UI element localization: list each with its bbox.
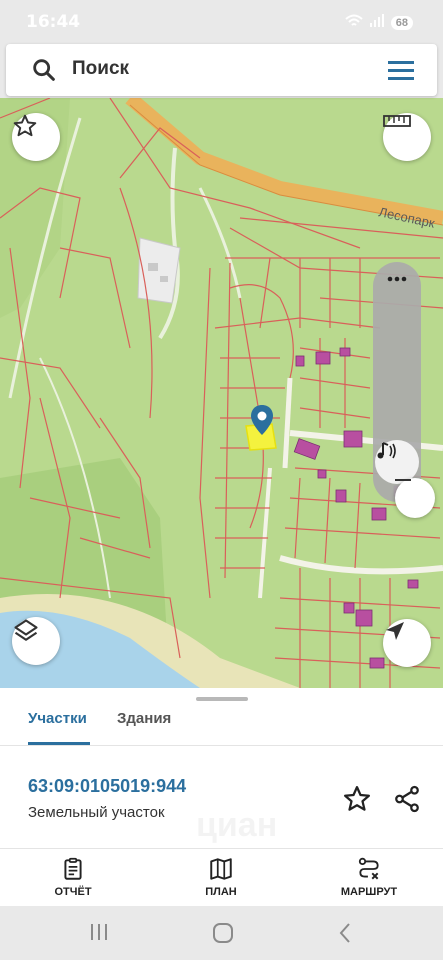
share-button[interactable] [392,784,424,816]
watermark: циан [196,806,277,845]
route-label: МАРШРУТ [340,886,398,898]
favorite-parcel-button[interactable] [342,784,374,816]
signal-icon [369,14,385,31]
map-icon [166,856,276,882]
zoom-out-button[interactable] [395,478,435,518]
parcel-type: Земельный участок [28,804,165,821]
recent-apps-icon[interactable] [88,922,110,947]
zoom-slider-panel[interactable] [373,262,421,502]
plan-label: ПЛАН [205,886,237,898]
tab-buildings[interactable]: Здания [117,710,171,727]
clipboard-icon [18,856,128,882]
search-bar[interactable]: Поиск [6,44,437,96]
tab-divider [0,745,443,746]
report-button[interactable]: ОТЧЁТ [18,856,128,898]
search-input[interactable]: Поиск [72,58,129,80]
star-icon [342,786,372,818]
back-icon[interactable] [338,922,352,949]
route-icon [314,856,424,882]
favorite-map-button[interactable] [12,113,60,161]
battery-indicator: 68 [390,15,413,30]
route-button[interactable]: МАРШРУТ [314,856,424,898]
location-pin-icon[interactable] [250,404,274,436]
ruler-button[interactable] [383,113,431,161]
cadastral-number[interactable]: 63:09:0105019:944 [28,776,186,797]
search-icon [30,56,58,84]
share-icon [392,785,422,818]
plan-button[interactable]: ПЛАН [166,856,276,898]
wifi-icon [345,14,363,31]
system-nav-bar [0,906,443,960]
drag-handle[interactable] [196,697,248,701]
actions-divider [0,848,443,849]
status-time: 16:44 [26,12,81,32]
status-icons: 68 [345,14,413,31]
layers-button[interactable] [12,617,60,665]
status-bar: 16:44 68 [0,0,443,44]
tab-parcels[interactable]: Участки [28,710,87,727]
parcel-info-sheet: Участки Здания циан 63:09:0105019:944 Зе… [0,688,443,906]
hamburger-menu-icon[interactable] [387,57,415,83]
map-view[interactable]: Лесопарк [0,98,443,688]
home-icon[interactable] [212,922,234,949]
report-label: ОТЧЁТ [54,886,92,898]
my-location-button[interactable] [383,619,431,667]
